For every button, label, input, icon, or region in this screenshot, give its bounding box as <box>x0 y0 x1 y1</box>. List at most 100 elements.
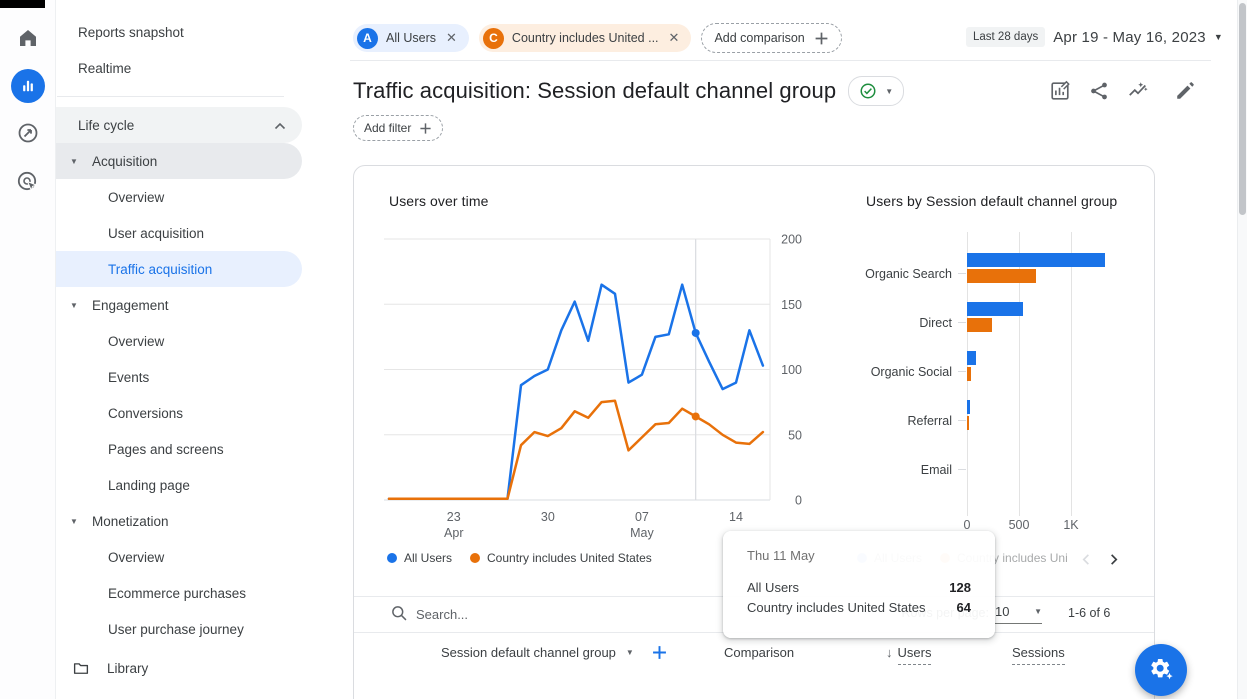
sidebar-item-library[interactable]: Library <box>56 650 334 686</box>
add-comparison-button[interactable]: Add comparison <box>701 23 841 53</box>
users-over-time-chart: 05010015020023Apr3007May14 <box>382 224 837 546</box>
reports-icon[interactable] <box>0 69 55 103</box>
sidebar-item-monetization[interactable]: ▼Monetization <box>56 503 302 539</box>
sidebar-item-user-acquisition[interactable]: User acquisition <box>56 215 302 251</box>
sidebar-item-landing-page[interactable]: Landing page <box>56 467 302 503</box>
sidebar-item-engagement[interactable]: ▼Engagement <box>56 287 302 323</box>
users-column-header[interactable]: ↓ Users <box>886 645 931 665</box>
bar-organic-social-all-users <box>967 351 976 365</box>
sidebar-item-ecommerce-purchases[interactable]: Ecommerce purchases <box>56 575 302 611</box>
bar-category-label: Organic Social <box>857 364 952 380</box>
sidebar-item-label: User acquisition <box>108 226 204 241</box>
date-range-picker[interactable]: Last 28 days Apr 19 - May 16, 2023 ▼ <box>966 27 1223 47</box>
report-toolbar <box>1048 79 1197 103</box>
y-axis-tick: 100 <box>781 363 802 377</box>
pagination-range: 1-6 of 6 <box>1068 606 1110 620</box>
comparison-badge: C <box>483 28 504 49</box>
tooltip-row-value: 128 <box>949 578 971 598</box>
sidebar-item-label: Ecommerce purchases <box>108 586 246 601</box>
tooltip-rows: All Users128Country includes United Stat… <box>747 578 971 618</box>
x-axis-tick: Apr <box>444 526 463 540</box>
sidebar-item-label: Events <box>108 370 149 385</box>
close-icon[interactable]: ✕ <box>444 30 459 46</box>
sidebar-item-label: Traffic acquisition <box>108 262 212 277</box>
add-filter-button[interactable]: Add filter <box>353 115 443 141</box>
bar-category-label: Organic Search <box>857 266 952 282</box>
comparison-chip-a[interactable]: A All Users ✕ <box>353 24 469 52</box>
share-icon[interactable] <box>1087 79 1111 103</box>
folder-icon <box>72 659 90 677</box>
comparison-chip-label: All Users <box>386 31 436 45</box>
bar-axis-tick <box>958 469 966 470</box>
tooltip-row-label: Country includes United States <box>747 598 925 618</box>
edit-icon[interactable] <box>1173 79 1197 103</box>
sidebar-item-events[interactable]: Events <box>56 359 302 395</box>
explore-icon[interactable] <box>0 121 55 145</box>
comparison-chip-label: Country includes United ... <box>512 31 659 45</box>
sessions-column-header[interactable]: Sessions <box>1012 645 1065 665</box>
ga4-reports-page: Reports snapshot Realtime Life cycle▼Acqui… <box>0 0 1247 699</box>
sidebar-item-user-purchase-journey[interactable]: User purchase journey <box>56 611 302 647</box>
rows-per-page-select[interactable]: 10 ▼ <box>995 599 1042 624</box>
comparison-badge: A <box>357 28 378 49</box>
topbar-divider <box>350 60 1211 61</box>
bar-axis-tick <box>958 371 966 372</box>
dimension-header[interactable]: Session default channel group ▼ <box>441 645 667 660</box>
bar-gridline <box>1071 232 1072 516</box>
legend-item-country-includes-united-states: Country includes United States <box>470 551 652 565</box>
legend-dot <box>387 553 397 563</box>
y-axis-tick: 200 <box>781 233 802 247</box>
sidebar-collection-header-life-cycle[interactable]: Life cycle <box>56 107 302 143</box>
line-chart-legend: All Users Country includes United States <box>387 551 652 565</box>
add-comparison-label: Add comparison <box>714 31 804 45</box>
comparison-header: Comparison <box>724 645 794 660</box>
search-icon <box>390 604 408 627</box>
search-input[interactable] <box>414 601 698 627</box>
library-label: Library <box>107 661 148 676</box>
chart-next-page-icon[interactable] <box>1101 547 1125 571</box>
sidebar-item-label: Realtime <box>78 61 131 76</box>
comparison-chips: A All Users ✕ C Country includes United ... ✕ <box>353 24 691 52</box>
home-icon[interactable] <box>0 26 55 50</box>
tooltip-date: Thu 11 May <box>747 548 971 563</box>
sidebar-item-realtime[interactable]: Realtime <box>56 50 318 86</box>
close-icon[interactable]: ✕ <box>667 30 682 46</box>
add-dimension-icon[interactable] <box>652 645 667 660</box>
sidebar-item-pages-and-screens[interactable]: Pages and screens <box>56 431 302 467</box>
bar-chart-title: Users by Session default channel group <box>866 193 1117 209</box>
chevron-down-icon: ▼ <box>885 87 893 96</box>
chevron-up-icon <box>274 118 286 133</box>
sidebar-item-reports-snapshot[interactable]: Reports snapshot <box>56 14 318 50</box>
sort-descending-icon: ↓ <box>886 645 893 660</box>
customize-report-icon[interactable] <box>1048 79 1072 103</box>
bar-axis-tick <box>958 322 966 323</box>
sidebar-item-label: Overview <box>108 190 164 205</box>
sessions-header-label: Sessions <box>1012 645 1065 665</box>
chevron-down-icon: ▼ <box>626 648 634 657</box>
chart-prev-page-icon[interactable] <box>1074 547 1098 571</box>
sidebar-item-overview[interactable]: Overview <box>56 539 302 575</box>
sidebar-item-traffic-acquisition[interactable]: Traffic acquisition <box>56 251 302 287</box>
users-by-channel-chart: 05001KOrganic SearchDirectOrganic Social… <box>857 224 1156 539</box>
scrollbar-thumb[interactable] <box>1239 3 1246 215</box>
sidebar-item-overview[interactable]: Overview <box>56 179 302 215</box>
advertising-icon[interactable] <box>0 170 55 194</box>
series-line-country-includes-united-states <box>389 401 763 499</box>
data-quality-badge[interactable]: ▼ <box>848 76 904 106</box>
sidebar-item-conversions[interactable]: Conversions <box>56 395 302 431</box>
chevron-down-icon: ▼ <box>1034 607 1042 616</box>
y-axis-tick: 50 <box>788 428 802 442</box>
insights-icon[interactable] <box>1126 79 1150 103</box>
insights-fab[interactable] <box>1135 644 1187 696</box>
sidebar-item-label: Overview <box>108 334 164 349</box>
legend-label: All Users <box>404 551 452 565</box>
add-filter-label: Add filter <box>364 121 411 135</box>
sidebar-item-overview[interactable]: Overview <box>56 323 302 359</box>
dimension-header-label: Session default channel group <box>441 645 616 660</box>
reports-selected-circle <box>11 69 45 103</box>
bar-referral-country-includes-united-states <box>967 416 969 430</box>
bar-referral-all-users <box>967 400 970 414</box>
sidebar-item-acquisition[interactable]: ▼Acquisition <box>56 143 302 179</box>
comparison-chip-c[interactable]: C Country includes United ... ✕ <box>479 24 692 52</box>
bar-category-label: Referral <box>857 413 952 429</box>
